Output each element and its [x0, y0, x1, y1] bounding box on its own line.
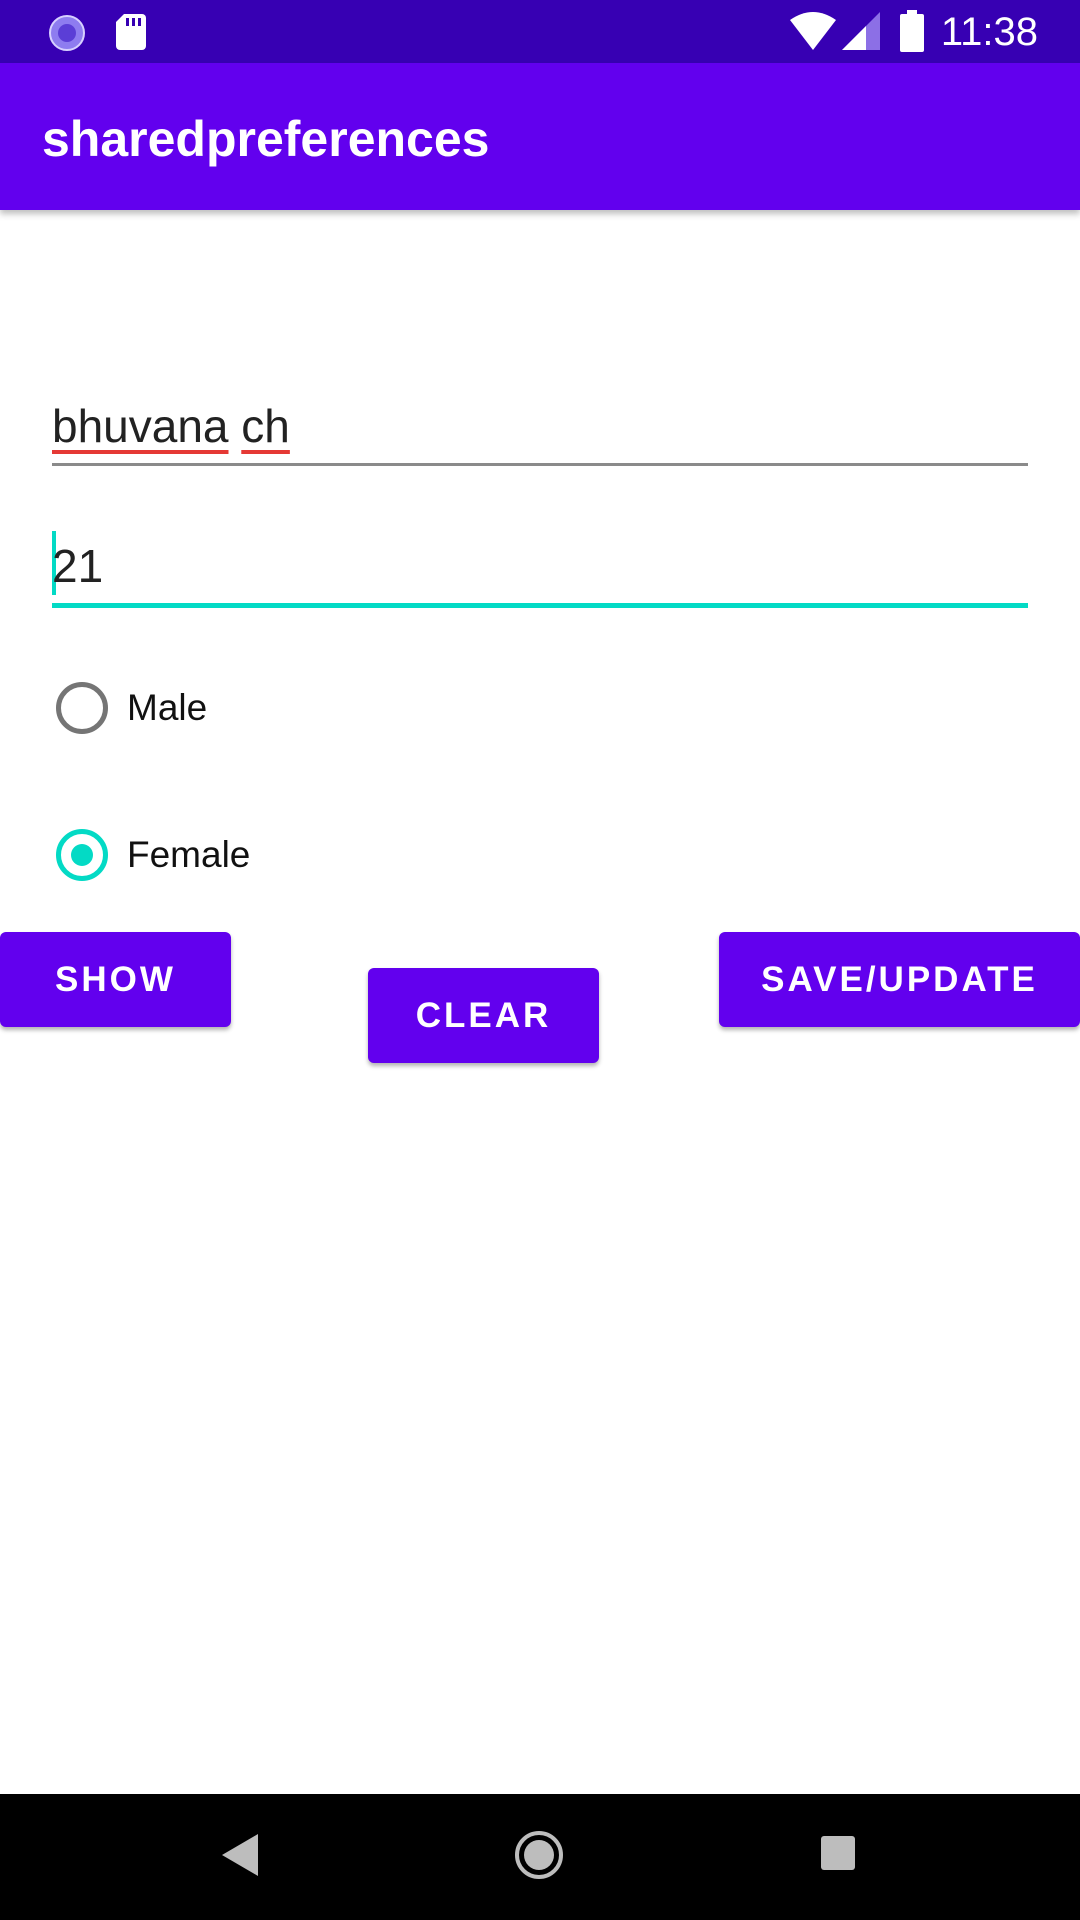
app-title: sharedpreferences	[42, 111, 490, 167]
radio-male-label: Male	[127, 687, 208, 728]
signal-icon	[842, 12, 880, 55]
home-icon[interactable]	[514, 1830, 564, 1885]
radio-checked-icon	[56, 829, 108, 881]
recents-icon[interactable]	[821, 1836, 855, 1875]
clear-button[interactable]: CLEAR	[368, 968, 599, 1063]
age-input[interactable]: 21	[52, 525, 1028, 608]
loading-icon	[48, 14, 86, 57]
status-time: 11:38	[940, 10, 1038, 54]
radio-male[interactable]: Male	[56, 678, 207, 738]
wifi-icon	[790, 12, 836, 55]
app-screen: 11:38 sharedpreferences bhuvana ch 21 Ma…	[0, 0, 1080, 1920]
radio-dot	[71, 844, 93, 866]
radio-female[interactable]: Female	[56, 825, 250, 885]
back-icon[interactable]	[222, 1834, 258, 1881]
app-bar: sharedpreferences	[0, 63, 1080, 210]
age-input-value: 21	[52, 540, 104, 592]
name-input[interactable]: bhuvana ch	[52, 385, 1028, 466]
radio-unchecked-icon	[56, 682, 108, 734]
save-update-button[interactable]: SAVE/UPDATE	[719, 932, 1080, 1027]
status-bar: 11:38	[0, 0, 1080, 63]
battery-icon	[900, 10, 924, 57]
show-button[interactable]: SHOW	[0, 932, 231, 1027]
navigation-bar	[0, 1794, 1080, 1920]
name-input-value: bhuvana ch	[52, 400, 290, 452]
sd-card-icon	[116, 14, 146, 55]
radio-female-label: Female	[127, 834, 251, 875]
